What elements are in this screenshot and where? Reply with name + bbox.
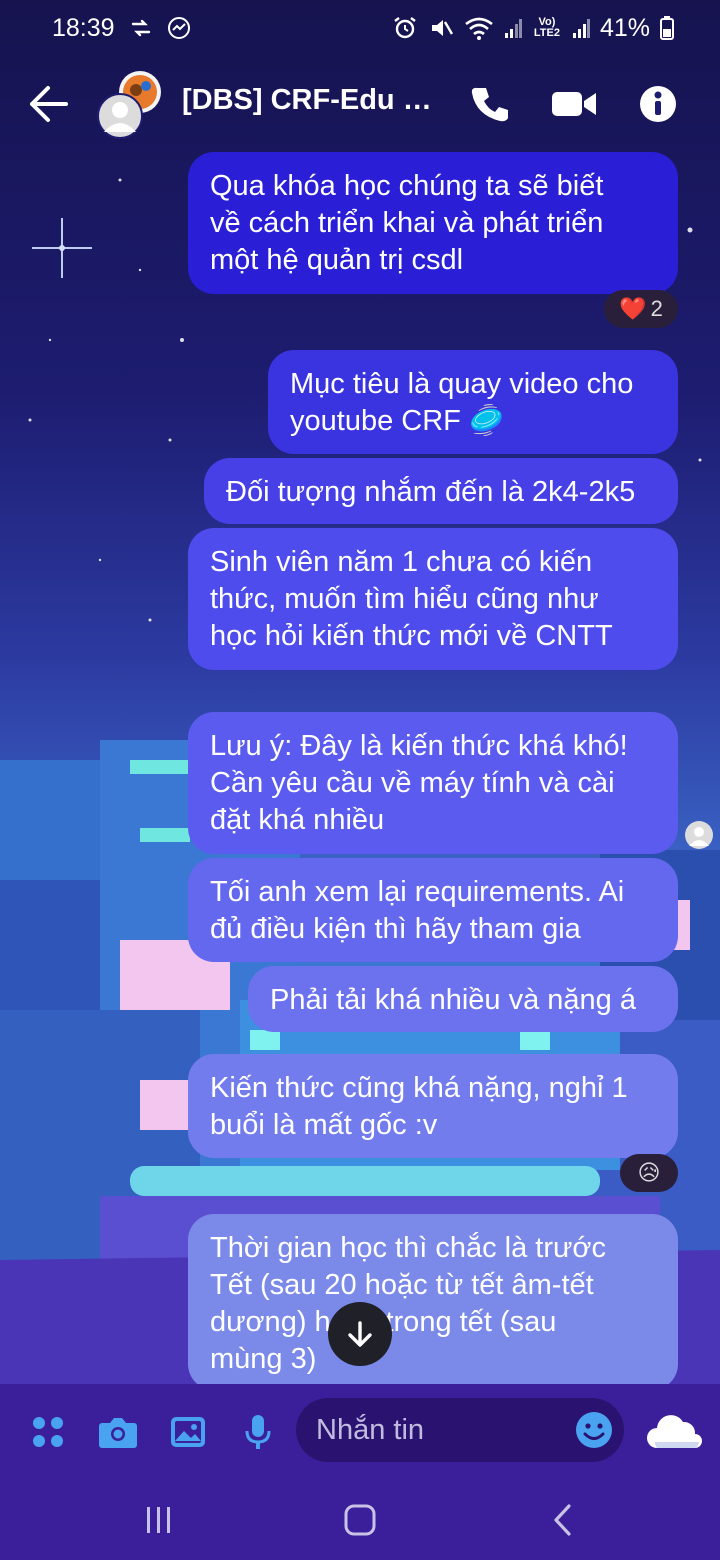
message-bubble[interactable]: Mục tiêu là quay video cho youtube CRF 🥏	[268, 350, 678, 454]
emoji-button[interactable]	[574, 1410, 614, 1450]
cloud-reaction-button[interactable]	[644, 1410, 704, 1454]
camera-icon	[99, 1418, 137, 1448]
battery-percent: 41%	[599, 13, 650, 42]
heart-reaction: ❤️	[619, 296, 647, 321]
status-bar: 18:39 Vo) LTE2 41%	[0, 0, 720, 56]
message-bubble[interactable]: Tối anh xem lại requirements. Ai đủ điều…	[188, 858, 678, 962]
phone-icon	[471, 87, 508, 122]
signal-icon-1	[504, 17, 522, 39]
cloud-icon	[647, 1415, 702, 1448]
nav-back-button[interactable]	[538, 1498, 588, 1542]
reaction-badge[interactable]: 😥	[620, 1154, 678, 1192]
sad-reaction: 😥	[637, 1160, 661, 1185]
clock: 18:39	[52, 13, 115, 42]
reaction-badge[interactable]: ❤️ 2	[604, 290, 678, 328]
mute-icon	[428, 15, 454, 41]
message-bubble[interactable]: Lưu ý: Đây là kiến thức khá khó! Cần yêu…	[188, 712, 678, 854]
alarm-icon	[392, 15, 418, 41]
video-call-button[interactable]	[550, 80, 598, 128]
microphone-icon	[245, 1415, 271, 1449]
recent-apps-icon	[147, 1507, 170, 1533]
group-title[interactable]: [DBS] CRF-Edu G...	[182, 84, 444, 117]
recent-apps-button[interactable]	[134, 1498, 184, 1542]
more-actions-button[interactable]	[26, 1410, 70, 1454]
group-avatar[interactable]	[96, 70, 166, 140]
message-bubble[interactable]: Thời gian học thì chắc là trước Tết (sau…	[188, 1214, 678, 1384]
back-arrow-icon	[30, 86, 68, 122]
message-bubble[interactable]: Kiến thức cũng khá nặng, nghỉ 1 buổi là …	[188, 1054, 678, 1158]
gallery-button[interactable]	[166, 1410, 210, 1454]
network-label: Vo) LTE2	[533, 16, 560, 39]
message-bubble[interactable]: Phải tải khá nhiều và nặng á	[248, 966, 678, 1032]
home-button[interactable]	[335, 1498, 385, 1542]
back-button[interactable]	[28, 84, 72, 124]
signal-icon-2	[572, 17, 590, 39]
smiley-icon	[576, 1412, 612, 1448]
scroll-to-bottom-button[interactable]	[328, 1302, 392, 1366]
voice-call-button[interactable]	[466, 80, 514, 128]
chevron-left-icon	[554, 1504, 571, 1536]
message-list[interactable]: Qua khóa học chúng ta sẽ biết về cách tr…	[0, 144, 720, 1384]
wifi-icon	[464, 16, 494, 40]
video-camera-icon	[552, 92, 596, 116]
arrow-down-icon	[348, 1321, 372, 1347]
grid-dots-icon	[33, 1417, 63, 1447]
seen-avatar	[684, 820, 714, 850]
info-button[interactable]	[634, 80, 682, 128]
sync-icon	[129, 17, 153, 39]
voice-message-button[interactable]	[236, 1410, 280, 1454]
image-icon	[171, 1417, 205, 1447]
system-nav-bar	[0, 1480, 720, 1560]
message-bubble[interactable]: Sinh viên năm 1 chưa có kiến thức, muốn …	[188, 528, 678, 670]
message-bubble[interactable]: Đối tượng nhắm đến là 2k4-2k5	[204, 458, 678, 524]
camera-button[interactable]	[96, 1410, 140, 1454]
messenger-icon	[167, 16, 191, 40]
home-icon	[344, 1504, 376, 1536]
chat-header: [DBS] CRF-Edu G...	[0, 62, 720, 144]
message-bubble[interactable]: Qua khóa học chúng ta sẽ biết về cách tr…	[188, 152, 678, 294]
battery-icon	[660, 16, 674, 40]
reaction-count: 2	[650, 296, 663, 321]
composer-bar	[0, 1384, 720, 1480]
info-icon	[640, 86, 676, 122]
